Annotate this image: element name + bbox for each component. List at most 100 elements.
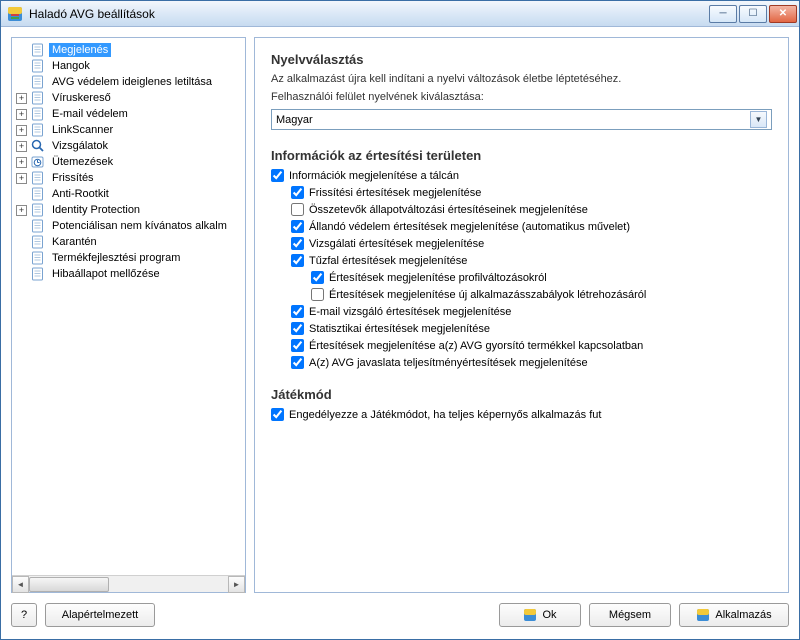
tree-item[interactable]: Termékfejlesztési program	[12, 250, 245, 266]
checkbox[interactable]	[291, 322, 304, 335]
page-icon	[30, 202, 46, 218]
tree-item-label: Vizsgálatok	[49, 139, 111, 153]
checkbox[interactable]	[291, 339, 304, 352]
notif-list: Információk megjelenítése a tálcán Frissí…	[271, 169, 772, 369]
close-button[interactable]: ✕	[769, 5, 797, 23]
apply-button[interactable]: Alkalmazás	[679, 603, 789, 627]
page-icon	[30, 266, 46, 282]
checkbox-row[interactable]: Frissítési értesítések megjelenítése	[291, 186, 772, 199]
tree-item-label: LinkScanner	[49, 123, 116, 137]
expand-icon[interactable]: +	[16, 173, 27, 184]
cancel-button[interactable]: Mégsem	[589, 603, 671, 627]
tree-item-label: Víruskereső	[49, 91, 114, 105]
tree-item[interactable]: + E-mail védelem	[12, 106, 245, 122]
titlebar: Haladó AVG beállítások ─ ☐ ✕	[1, 1, 799, 27]
shield-icon	[696, 608, 710, 622]
tree-item[interactable]: Hibaállapot mellőzése	[12, 266, 245, 282]
expand-icon[interactable]: +	[16, 109, 27, 120]
expand-spacer	[16, 61, 27, 72]
expand-spacer	[16, 269, 27, 280]
checkbox-row[interactable]: A(z) AVG javaslata teljesítményértesítés…	[291, 356, 772, 369]
checkbox[interactable]	[291, 254, 304, 267]
checkbox-label: Tűzfal értesítések megjelenítése	[309, 255, 467, 267]
scroll-right-button[interactable]: ►	[228, 576, 245, 593]
footer: ? Alapértelmezett Ok Mégsem Alkalmazás	[11, 601, 789, 629]
gamemode-checkbox[interactable]	[271, 408, 284, 421]
checkbox-row[interactable]: Értesítések megjelenítése a(z) AVG gyors…	[291, 339, 772, 352]
help-button[interactable]: ?	[11, 603, 37, 627]
expand-icon[interactable]: +	[16, 205, 27, 216]
tree-item-label: Hangok	[49, 59, 93, 73]
lang-label: Felhasználói felület nyelvének kiválaszt…	[271, 91, 772, 103]
shield-icon	[523, 608, 537, 622]
checkbox-label: A(z) AVG javaslata teljesítményértesítés…	[309, 357, 588, 369]
gamemode-checkbox-row[interactable]: Engedélyezze a Játékmódot, ha teljes kép…	[271, 408, 772, 421]
expand-spacer	[16, 189, 27, 200]
page-icon	[30, 218, 46, 234]
tree-item-label: Megjelenés	[49, 43, 111, 57]
checkbox[interactable]	[311, 271, 324, 284]
expand-spacer	[16, 77, 27, 88]
checkbox-label: Értesítések megjelenítése a(z) AVG gyors…	[309, 340, 643, 352]
expand-spacer	[16, 45, 27, 56]
checkbox-row[interactable]: Értesítések megjelenítése új alkalmazáss…	[311, 288, 772, 301]
tree-item[interactable]: +Frissítés	[12, 170, 245, 186]
page-icon	[30, 186, 46, 202]
tree-item-label: AVG védelem ideiglenes letiltása	[49, 75, 215, 89]
page-icon	[30, 106, 46, 122]
expand-spacer	[16, 237, 27, 248]
gamemode-label: Engedélyezze a Játékmódot, ha teljes kép…	[289, 409, 601, 421]
checkbox-label: Vizsgálati értesítések megjelenítése	[309, 238, 484, 250]
page-icon	[30, 154, 46, 170]
tree-item-label: Termékfejlesztési program	[49, 251, 183, 265]
checkbox[interactable]	[291, 356, 304, 369]
expand-icon[interactable]: +	[16, 157, 27, 168]
checkbox[interactable]	[311, 288, 324, 301]
checkbox-row[interactable]: Vizsgálati értesítések megjelenítése	[291, 237, 772, 250]
expand-icon[interactable]: +	[16, 141, 27, 152]
scroll-left-button[interactable]: ◄	[12, 576, 29, 593]
tree-item[interactable]: Potenciálisan nem kívánatos alkalm	[12, 218, 245, 234]
window: Haladó AVG beállítások ─ ☐ ✕ Megjelenés H…	[0, 0, 800, 640]
tree-item-label: Potenciálisan nem kívánatos alkalm	[49, 219, 230, 233]
tree-item-label: E-mail védelem	[49, 107, 131, 121]
checkbox-row[interactable]: Állandó védelem értesítések megjelenítés…	[291, 220, 772, 233]
checkbox-label: Állandó védelem értesítések megjelenítés…	[309, 221, 630, 233]
tree-item[interactable]: +Ütemezések	[12, 154, 245, 170]
checkbox-label: Értesítések megjelenítése új alkalmazáss…	[329, 289, 646, 301]
tree-item[interactable]: Megjelenés	[12, 42, 245, 58]
checkbox-row[interactable]: Információk megjelenítése a tálcán	[271, 169, 772, 182]
tree-item[interactable]: Hangok	[12, 58, 245, 74]
expand-icon[interactable]: +	[16, 93, 27, 104]
checkbox[interactable]	[271, 169, 284, 182]
checkbox[interactable]	[291, 237, 304, 250]
checkbox[interactable]	[291, 186, 304, 199]
tree-item[interactable]: + Vizsgálatok	[12, 138, 245, 154]
checkbox-row[interactable]: Tűzfal értesítések megjelenítése	[291, 254, 772, 267]
expand-icon[interactable]: +	[16, 125, 27, 136]
checkbox[interactable]	[291, 220, 304, 233]
tree-item[interactable]: Karantén	[12, 234, 245, 250]
tree-item[interactable]: + Víruskereső	[12, 90, 245, 106]
tree-item[interactable]: AVG védelem ideiglenes letiltása	[12, 74, 245, 90]
page-icon	[30, 42, 46, 58]
minimize-button[interactable]: ─	[709, 5, 737, 23]
tree-item[interactable]: Anti-Rootkit	[12, 186, 245, 202]
game-heading: Játékmód	[271, 387, 772, 402]
checkbox[interactable]	[291, 305, 304, 318]
tree-item[interactable]: +Identity Protection	[12, 202, 245, 218]
scroll-track[interactable]	[29, 576, 228, 593]
checkbox-row[interactable]: Statisztikai értesítések megjelenítése	[291, 322, 772, 335]
tree-item[interactable]: + LinkScanner	[12, 122, 245, 138]
checkbox-row[interactable]: Értesítések megjelenítése profilváltozás…	[311, 271, 772, 284]
ok-button[interactable]: Ok	[499, 603, 581, 627]
scroll-thumb[interactable]	[29, 577, 109, 592]
maximize-button[interactable]: ☐	[739, 5, 767, 23]
lang-dropdown[interactable]: Magyar ▼	[271, 109, 772, 130]
checkbox-row[interactable]: Összetevők állapotváltozási értesítésein…	[291, 203, 772, 216]
default-button[interactable]: Alapértelmezett	[45, 603, 155, 627]
page-icon	[30, 90, 46, 106]
checkbox[interactable]	[291, 203, 304, 216]
checkbox-row[interactable]: E-mail vizsgáló értesítések megjelenítés…	[291, 305, 772, 318]
settings-tree[interactable]: Megjelenés Hangok AVG védelem ideiglenes l…	[12, 38, 245, 575]
